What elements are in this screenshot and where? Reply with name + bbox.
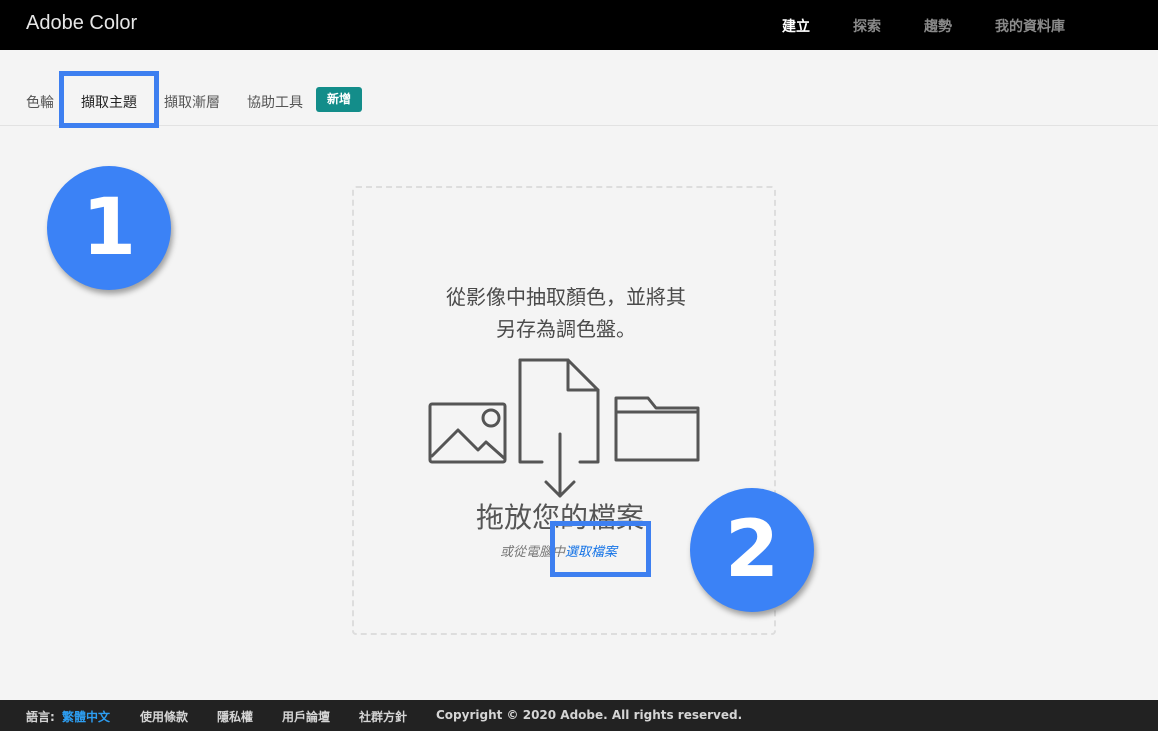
app-logo[interactable]: Adobe Color <box>26 12 137 35</box>
folder-icon <box>614 396 700 462</box>
step-1-marker: 1 <box>47 166 171 290</box>
nav-trends[interactable]: 趨勢 <box>924 16 952 36</box>
language-label: 語言: <box>26 710 55 724</box>
footer-link-terms[interactable]: 使用條款 <box>140 708 188 725</box>
step-2-marker: 2 <box>690 488 814 612</box>
tab-extract-gradient[interactable]: 擷取漸層 <box>164 92 220 112</box>
dropzone-description-line1: 從影像中抽取顏色，並將其 <box>446 285 686 309</box>
footer-link-privacy[interactable]: 隱私權 <box>217 708 253 725</box>
footer: 語言: 繁體中文 使用條款 隱私權 用戶論壇 社群方針 Copyright © … <box>0 700 1158 731</box>
tab-accessibility-tools[interactable]: 協助工具 <box>247 92 303 112</box>
image-icon <box>428 402 507 464</box>
dropzone-description-line2: 另存為調色盤。 <box>496 317 636 341</box>
top-bar: Adobe Color 建立 探索 趨勢 我的資料庫 <box>0 0 1158 50</box>
tab-bar: 色輪 擷取主題 擷取漸層 協助工具 <box>0 78 1158 126</box>
footer-link-guidelines[interactable]: 社群方針 <box>359 708 407 725</box>
down-arrow-icon <box>544 432 576 498</box>
select-file-highlight-box <box>550 521 651 577</box>
footer-copyright: Copyright © 2020 Adobe. All rights reser… <box>436 708 743 722</box>
drop-files-illustration <box>428 358 700 498</box>
new-badge: 新增 <box>316 87 362 112</box>
nav-create[interactable]: 建立 <box>782 16 810 36</box>
language-selector[interactable]: 繁體中文 <box>62 708 110 725</box>
footer-link-forum[interactable]: 用戶論壇 <box>282 708 330 725</box>
tab-highlight-box <box>59 71 159 128</box>
nav-my-library[interactable]: 我的資料庫 <box>995 16 1065 36</box>
nav-explore[interactable]: 探索 <box>853 16 881 36</box>
tab-color-wheel[interactable]: 色輪 <box>26 92 54 112</box>
